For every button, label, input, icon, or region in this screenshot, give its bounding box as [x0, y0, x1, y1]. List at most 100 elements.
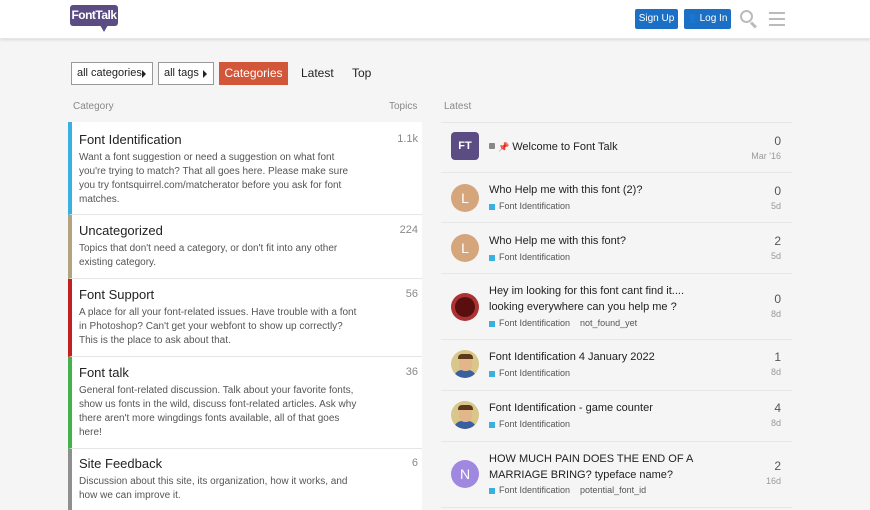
user-icon: 👤	[687, 14, 698, 23]
tag-filter-dropdown[interactable]: all tags	[158, 62, 214, 85]
category-filter-dropdown[interactable]: all categories	[71, 62, 153, 85]
topic-age[interactable]: 8d	[771, 309, 781, 319]
topic-post-count: 2	[774, 234, 781, 248]
category-badge	[489, 254, 495, 261]
category-filter-label: all categories	[77, 67, 142, 79]
topic-post-count: 0	[774, 134, 781, 148]
topic-age[interactable]: 5d	[771, 201, 781, 211]
category-list: Font Identification Want a font suggesti…	[68, 122, 422, 510]
hamburger-menu-icon[interactable]	[768, 9, 788, 29]
category-badge	[489, 203, 495, 210]
topics-column-header: Topics	[389, 101, 418, 112]
topic-row[interactable]: Hey im looking for this font cant find i…	[441, 274, 792, 340]
category-name[interactable]: Font Support	[79, 287, 154, 302]
topic-category-label: Font Identification	[499, 368, 571, 378]
topic-row[interactable]: N HOW MUCH PAIN DOES THE END OF A MARRIA…	[441, 442, 792, 508]
sign-up-button[interactable]: Sign Up	[635, 9, 678, 29]
category-description: Discussion about this site, its organiza…	[79, 476, 348, 501]
topic-row[interactable]: L Who Help me with this font (2)? Font I…	[441, 173, 792, 223]
topic-age[interactable]: 16d	[766, 476, 781, 486]
topic-title[interactable]: Font Identification - game counter	[489, 400, 719, 416]
topic-title[interactable]: Who Help me with this font (2)?	[489, 182, 719, 198]
topic-tag[interactable]: potential_font_id	[580, 485, 646, 495]
topic-age[interactable]: 8d	[771, 367, 781, 377]
topic-post-count: 4	[774, 401, 781, 415]
search-icon[interactable]	[739, 9, 759, 29]
category-name[interactable]: Font talk	[79, 365, 129, 380]
category-description: Topics that don't need a category, or do…	[79, 243, 338, 268]
tab-top[interactable]: Top	[352, 62, 371, 85]
category-description: A place for all your font-related issues…	[79, 307, 357, 346]
avatar[interactable]: L	[451, 234, 479, 262]
topic-title[interactable]: Hey im looking for this font cant find i…	[489, 283, 709, 315]
topic-age[interactable]: 8d	[771, 418, 781, 428]
topic-tag[interactable]: not_found_yet	[580, 318, 637, 328]
topic-title[interactable]: HOW MUCH PAIN DOES THE END OF A MARRIAGE…	[489, 451, 704, 483]
topic-row[interactable]: Font Identification 4 January 2022 Font …	[441, 340, 792, 391]
caret-right-icon	[142, 70, 146, 78]
topic-category-label: Font Identification	[499, 419, 571, 429]
avatar[interactable]	[451, 401, 479, 429]
category-topic-count: 56	[405, 288, 418, 300]
lock-icon	[489, 143, 495, 149]
pin-icon: 📌	[498, 142, 510, 152]
category-row[interactable]: Font talk General font-related discussio…	[68, 357, 422, 449]
tab-categories[interactable]: Categories	[219, 62, 288, 85]
topic-title[interactable]: Who Help me with this font?	[489, 233, 719, 249]
avatar[interactable]: L	[451, 184, 479, 212]
topic-category[interactable]: Font Identification	[489, 368, 570, 378]
category-row[interactable]: Uncategorized Topics that don't need a c…	[68, 215, 422, 279]
avatar[interactable]: FT	[451, 132, 479, 160]
topic-category[interactable]: Font Identification not_found_yet	[489, 318, 637, 328]
topic-post-count: 0	[774, 292, 781, 306]
topic-category-label: Font Identification	[499, 485, 571, 495]
topic-post-count: 2	[774, 459, 781, 473]
topic-title[interactable]: Font Identification 4 January 2022	[489, 349, 719, 365]
topic-title[interactable]: 📌 Welcome to Font Talk	[489, 139, 719, 155]
category-row[interactable]: Font Support A place for all your font-r…	[68, 279, 422, 357]
site-header: FontTalk Sign Up 👤 Log In	[0, 0, 870, 39]
category-badge	[489, 370, 495, 377]
topic-category[interactable]: Font Identification	[489, 201, 570, 211]
avatar[interactable]	[451, 293, 479, 321]
category-topic-count: 224	[399, 224, 418, 236]
category-row[interactable]: Font Identification Want a font suggesti…	[68, 122, 422, 215]
tag-filter-label: all tags	[164, 67, 199, 79]
topic-age[interactable]: 5d	[771, 251, 781, 261]
topic-post-count: 0	[774, 184, 781, 198]
topic-row[interactable]: L Who Help me with this font? Font Ident…	[441, 223, 792, 274]
log-in-label: Log In	[699, 13, 728, 24]
topic-category[interactable]: Font Identification	[489, 252, 570, 262]
topic-category[interactable]: Font Identification potential_font_id	[489, 485, 646, 495]
topic-category-label: Font Identification	[499, 201, 571, 211]
tab-latest[interactable]: Latest	[301, 62, 334, 85]
category-row[interactable]: Site Feedback Discussion about this site…	[68, 449, 422, 510]
category-badge	[489, 320, 495, 327]
category-topic-count: 1.1k	[397, 133, 418, 145]
topic-age[interactable]: Mar '16	[751, 151, 781, 161]
latest-topic-list: FT 📌 Welcome to Font Talk 0 Mar '16 L Who…	[441, 122, 792, 508]
site-logo[interactable]: FontTalk	[70, 5, 118, 35]
category-description: General font-related discussion. Talk ab…	[79, 385, 357, 438]
caret-right-icon	[203, 70, 207, 78]
topic-category-label: Font Identification	[499, 252, 571, 262]
topic-row[interactable]: Font Identification - game counter Font …	[441, 391, 792, 442]
category-badge	[489, 421, 495, 428]
category-name[interactable]: Font Identification	[79, 132, 182, 147]
category-column-header: Category	[73, 101, 114, 112]
avatar[interactable]: N	[451, 460, 479, 488]
topic-title-text: Welcome to Font Talk	[512, 141, 618, 153]
logo-text: FontTalk	[70, 5, 118, 26]
avatar[interactable]	[451, 350, 479, 378]
category-topic-count: 36	[405, 366, 418, 378]
logo-tail	[100, 25, 108, 32]
category-badge	[489, 487, 495, 494]
category-description: Want a font suggestion or need a suggest…	[79, 152, 349, 205]
category-name[interactable]: Site Feedback	[79, 456, 162, 471]
topic-category[interactable]: Font Identification	[489, 419, 570, 429]
category-topic-count: 6	[411, 457, 418, 469]
log-in-button[interactable]: 👤 Log In	[684, 9, 731, 29]
category-name[interactable]: Uncategorized	[79, 223, 163, 238]
latest-column-header: Latest	[444, 101, 472, 112]
topic-row[interactable]: FT 📌 Welcome to Font Talk 0 Mar '16	[441, 123, 792, 173]
